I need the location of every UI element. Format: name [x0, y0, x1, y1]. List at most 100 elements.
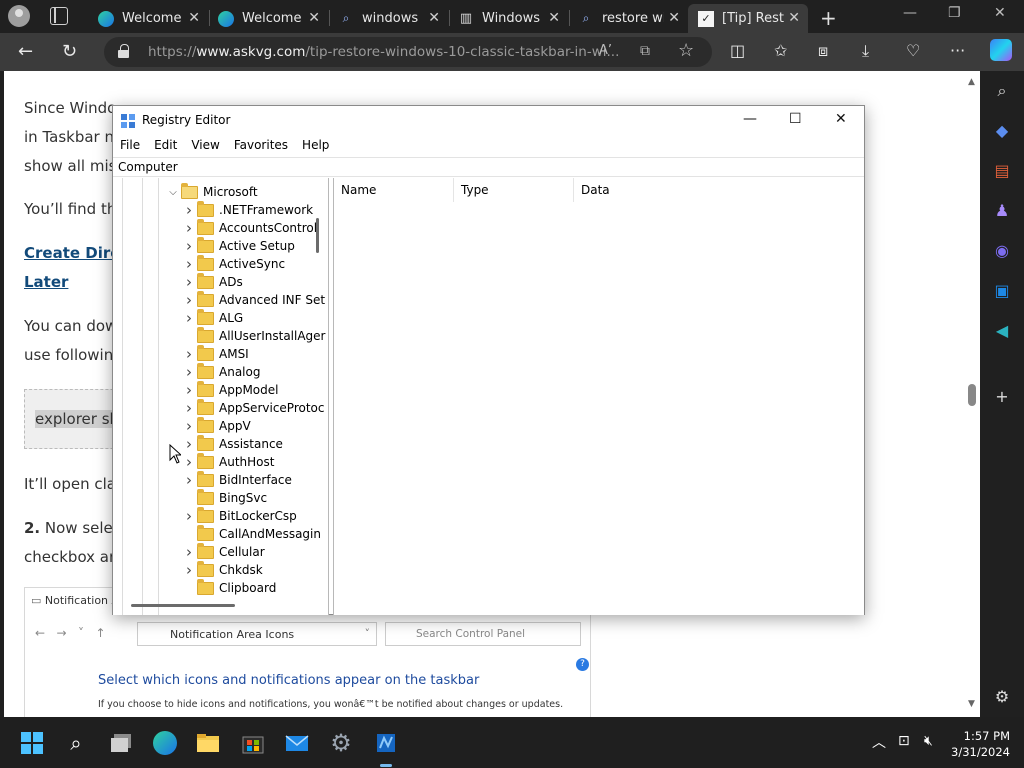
chevron-right-icon[interactable]: › — [181, 381, 197, 399]
registry-address-bar[interactable]: Computer — [113, 157, 864, 177]
tree-horizontal-scrollbar[interactable] — [131, 604, 235, 607]
chevron-right-icon[interactable]: › — [181, 291, 197, 309]
restore-icon[interactable]: ❐ — [948, 5, 961, 21]
chevron-right-icon[interactable]: › — [181, 255, 197, 273]
edge-icon[interactable] — [153, 731, 177, 755]
tree-node[interactable]: › Active Setup — [181, 236, 295, 255]
network-icon[interactable]: ⊡ — [898, 733, 910, 749]
tree-node[interactable]: › BitLockerCsp — [181, 506, 297, 525]
close-icon[interactable]: ✕ — [668, 10, 680, 26]
menu-favorites[interactable]: Favorites — [234, 136, 288, 156]
tools-briefcase-icon[interactable]: ▤ — [992, 161, 1012, 181]
more-options-icon[interactable]: ··· — [950, 41, 965, 60]
scroll-down-icon[interactable]: ▼ — [968, 699, 975, 709]
split-screen-icon[interactable]: ◫ — [730, 41, 745, 60]
file-explorer-icon[interactable] — [196, 731, 220, 755]
registry-values-pane[interactable]: Name Type Data — [333, 178, 864, 615]
column-header-type[interactable]: Type — [454, 178, 574, 202]
downloads-icon[interactable]: ⤓ — [862, 41, 869, 61]
copilot-icon[interactable] — [990, 39, 1012, 61]
registry-title-bar[interactable]: Registry Editor — ☐ ✕ — [113, 106, 864, 136]
close-icon[interactable]: ✕ — [308, 10, 320, 26]
settings-gear-icon[interactable]: ⚙ — [329, 731, 353, 755]
tree-node[interactable]: BingSvc — [181, 488, 267, 507]
task-view-icon[interactable] — [110, 731, 134, 755]
tree-node[interactable]: › ADs — [181, 272, 243, 291]
new-tab-plus-icon[interactable]: + — [820, 6, 837, 30]
volume-muted-icon[interactable]: 🔇︎ — [924, 733, 933, 749]
tree-node[interactable]: › AuthHost — [181, 452, 274, 471]
minimize-icon[interactable]: — — [903, 5, 917, 21]
add-sidebar-app-icon[interactable]: + — [992, 387, 1012, 407]
search-icon[interactable]: ⌕ — [992, 81, 1012, 101]
close-icon[interactable]: ✕ — [428, 10, 440, 26]
tree-node[interactable]: › AMSI — [181, 344, 249, 363]
chevron-up-icon[interactable]: ︿ — [872, 732, 886, 752]
menu-help[interactable]: Help — [302, 136, 329, 156]
chevron-right-icon[interactable]: › — [181, 309, 197, 327]
app-available-icon[interactable]: ⧉ — [640, 43, 650, 59]
page-scrollbar[interactable]: ▲ ▼ — [964, 71, 980, 717]
windows-start-icon[interactable] — [20, 731, 44, 755]
chevron-right-icon[interactable]: › — [181, 363, 197, 381]
microsoft-store-icon[interactable] — [241, 731, 265, 755]
close-icon[interactable]: ✕ — [788, 10, 800, 26]
shopping-tag-icon[interactable]: ◆ — [992, 121, 1012, 141]
tab-askvg-active[interactable]: ✓ [Tip] Resto ✕ — [688, 4, 808, 33]
menu-view[interactable]: View — [191, 136, 219, 156]
tab-search-restore[interactable]: ⌕ restore wi ✕ — [568, 4, 688, 33]
tree-node[interactable]: › AppV — [181, 416, 251, 435]
drop-send-icon[interactable]: ◀ — [992, 321, 1012, 341]
favorites-icon[interactable]: ✩ — [774, 41, 787, 60]
chevron-right-icon[interactable]: › — [181, 399, 197, 417]
chevron-right-icon[interactable]: › — [181, 561, 197, 579]
chevron-right-icon[interactable]: › — [181, 453, 197, 471]
tree-node[interactable]: › Chkdsk — [181, 560, 263, 579]
tree-node[interactable]: › Cellular — [181, 542, 265, 561]
regedit-icon[interactable] — [374, 731, 398, 755]
tree-node[interactable]: › Assistance — [181, 434, 283, 453]
tree-node[interactable]: › BidInterface — [181, 470, 292, 489]
window-close-icon[interactable]: ✕ — [835, 111, 847, 127]
chevron-right-icon[interactable]: › — [181, 507, 197, 525]
tab-search-windows[interactable]: ⌕ windows ✕ — [328, 4, 448, 33]
chevron-right-icon[interactable]: › — [181, 237, 197, 255]
column-header-name[interactable]: Name — [334, 178, 454, 202]
mail-icon[interactable] — [285, 731, 309, 755]
tree-node[interactable]: › AccountsControl — [181, 218, 317, 237]
refresh-icon[interactable]: ↻ — [62, 41, 77, 62]
read-aloud-icon[interactable]: A’ — [599, 43, 612, 58]
close-icon[interactable]: ✕ — [548, 10, 560, 26]
registry-tree-pane[interactable]: ⌵ Microsoft › .NETFramework › AccountsContr… — [113, 178, 329, 615]
tree-node[interactable]: CallAndMessagin — [181, 524, 321, 543]
search-icon[interactable]: ⌕ — [64, 731, 88, 755]
chevron-right-icon[interactable]: › — [181, 417, 197, 435]
collections-icon[interactable]: ⧈ — [818, 41, 828, 61]
tab-welcome-2[interactable]: Welcome ✕ — [208, 4, 328, 33]
scroll-up-icon[interactable]: ▲ — [968, 77, 975, 87]
chevron-right-icon[interactable]: › — [181, 345, 197, 363]
minimize-icon[interactable]: — — [743, 111, 757, 127]
tab-windows-store[interactable]: ▥ Windows ✕ — [448, 4, 568, 33]
chevron-right-icon[interactable]: › — [181, 435, 197, 453]
address-bar[interactable]: https://www.askvg.com/tip-restore-window… — [104, 37, 712, 67]
profile-avatar-icon[interactable] — [8, 5, 30, 27]
tree-node[interactable]: › ALG — [181, 308, 243, 327]
column-header-data[interactable]: Data — [574, 178, 864, 202]
outlook-icon[interactable]: ▣ — [992, 281, 1012, 301]
tree-node[interactable]: › AppModel — [181, 380, 278, 399]
window-close-icon[interactable]: ✕ — [994, 5, 1006, 21]
menu-edit[interactable]: Edit — [154, 136, 177, 156]
tree-node[interactable]: AllUserInstallAger — [181, 326, 326, 345]
tree-node[interactable]: › AppServiceProtoc — [181, 398, 324, 417]
chevron-right-icon[interactable]: › — [181, 273, 197, 291]
tree-node[interactable]: › ActiveSync — [181, 254, 285, 273]
chevron-down-icon[interactable]: ⌵ — [165, 187, 181, 198]
tree-node[interactable]: › Advanced INF Set — [181, 290, 325, 309]
gear-icon[interactable]: ⚙ — [992, 687, 1012, 707]
games-icon[interactable]: ♟ — [992, 201, 1012, 221]
tree-node[interactable]: › Analog — [181, 362, 260, 381]
chevron-right-icon[interactable]: › — [181, 471, 197, 489]
menu-file[interactable]: File — [120, 136, 140, 156]
taskbar-clock[interactable]: 1:57 PM 3/31/2024 — [948, 728, 1010, 760]
